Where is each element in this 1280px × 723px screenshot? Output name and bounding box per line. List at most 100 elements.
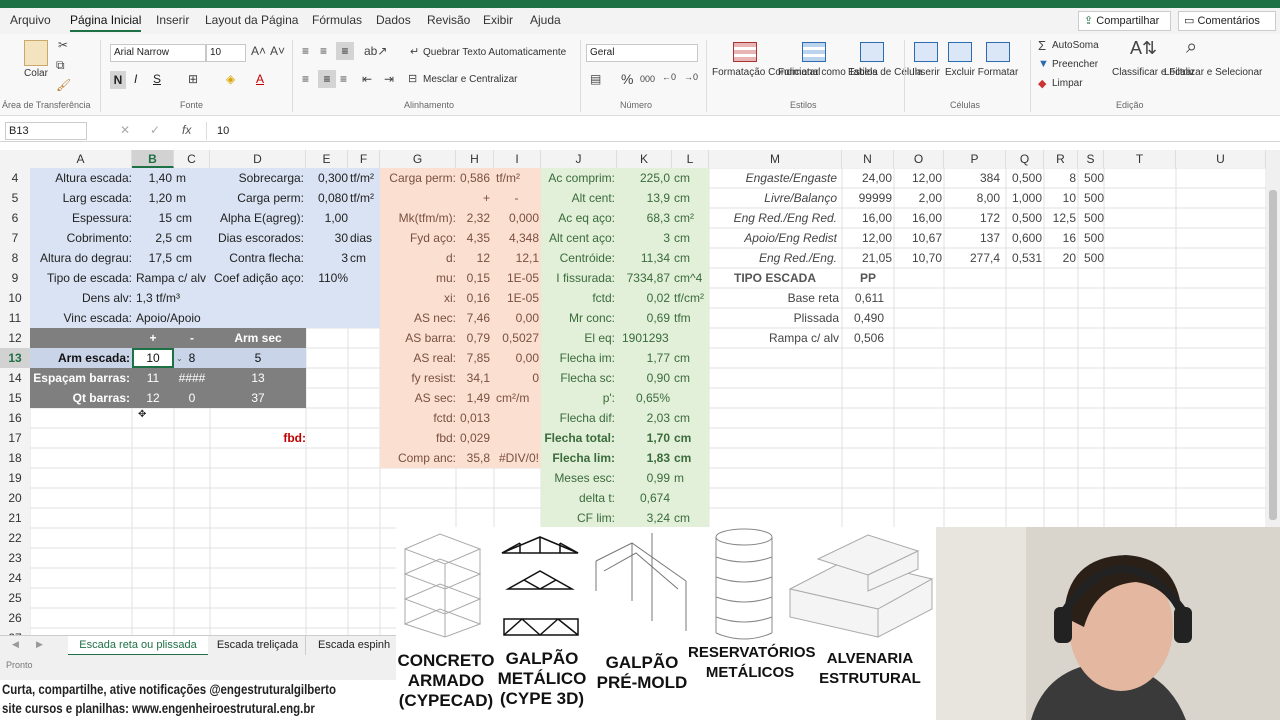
- row-header[interactable]: 22: [0, 528, 30, 548]
- column-header[interactable]: E: [306, 150, 348, 168]
- row-header[interactable]: 13: [0, 348, 30, 368]
- paste-icon[interactable]: [24, 40, 48, 66]
- copy-icon[interactable]: ⧉: [56, 58, 65, 73]
- bold-button[interactable]: N: [110, 71, 126, 89]
- tab-formulas[interactable]: Fórmulas: [312, 13, 362, 27]
- align-right-icon[interactable]: ≡: [340, 72, 347, 86]
- sheet-tab[interactable]: Escada espinh: [308, 636, 396, 656]
- column-header[interactable]: Q: [1006, 150, 1044, 168]
- autosum-icon[interactable]: Σ: [1038, 38, 1046, 53]
- clear-icon[interactable]: ◆: [1038, 77, 1046, 90]
- name-box[interactable]: B13: [5, 122, 87, 140]
- wrap-text-button[interactable]: Quebrar Texto Automaticamente: [423, 47, 566, 59]
- dropdown-arrow-icon[interactable]: ⌄: [176, 354, 183, 363]
- format-table-button[interactable]: Formatar como Tabela: [778, 67, 878, 79]
- align-bottom-icon[interactable]: ≡: [336, 42, 354, 60]
- column-header[interactable]: H: [456, 150, 494, 168]
- thousands-icon[interactable]: 000: [640, 74, 655, 84]
- prev-sheet-icon[interactable]: ◀: [12, 639, 19, 650]
- conditional-format-button[interactable]: Formatação Condicional: [712, 67, 820, 79]
- decrease-indent-icon[interactable]: ⇤: [362, 72, 372, 86]
- rebar-cell[interactable]: 5: [210, 348, 306, 368]
- wrap-text-icon[interactable]: ↵: [410, 45, 419, 58]
- currency-icon[interactable]: ▤: [590, 72, 601, 86]
- rebar-cell[interactable]: ####: [174, 368, 210, 388]
- column-header[interactable]: J: [541, 150, 617, 168]
- font-size-select[interactable]: 10: [206, 44, 246, 62]
- decrease-decimal-icon[interactable]: →0: [684, 72, 698, 82]
- sheet-tab-active[interactable]: Escada reta ou plissada: [68, 636, 208, 656]
- formula-input[interactable]: 10: [206, 122, 1274, 140]
- next-sheet-icon[interactable]: ▶: [36, 639, 43, 650]
- row-header[interactable]: 24: [0, 568, 30, 588]
- column-header[interactable]: N: [842, 150, 894, 168]
- tab-pagina-inicial[interactable]: Página Inicial: [70, 13, 142, 32]
- column-header[interactable]: I: [494, 150, 541, 168]
- tab-revisao[interactable]: Revisão: [427, 13, 470, 27]
- fill-button[interactable]: Preencher: [1052, 59, 1098, 71]
- align-top-icon[interactable]: ≡: [302, 44, 309, 58]
- percent-icon[interactable]: %: [621, 71, 633, 87]
- column-header[interactable]: C: [174, 150, 210, 168]
- increase-font-icon[interactable]: A˄: [251, 44, 266, 58]
- conditional-format-icon[interactable]: [733, 42, 757, 62]
- row-header[interactable]: 7: [0, 228, 30, 248]
- format-cells-icon[interactable]: [986, 42, 1010, 62]
- find-select-button[interactable]: Localizar e Selecionar: [1164, 67, 1262, 79]
- tab-ajuda[interactable]: Ajuda: [530, 13, 561, 27]
- column-header[interactable]: L: [672, 150, 709, 168]
- row-header[interactable]: 26: [0, 608, 30, 628]
- autosum-button[interactable]: AutoSoma: [1052, 40, 1099, 52]
- borders-icon[interactable]: ⊞: [188, 72, 198, 86]
- column-header[interactable]: B: [132, 150, 174, 168]
- tab-arquivo[interactable]: Arquivo: [10, 13, 51, 27]
- decrease-font-icon[interactable]: A˅: [270, 44, 285, 58]
- row-header[interactable]: 25: [0, 588, 30, 608]
- row-header[interactable]: 5: [0, 188, 30, 208]
- merge-center-button[interactable]: Mesclar e Centralizar: [423, 74, 517, 86]
- sheet-tab[interactable]: Escada treliçada: [210, 636, 306, 656]
- cell-styles-button[interactable]: Estilos de Célula: [848, 67, 922, 79]
- orientation-icon[interactable]: ab↗: [364, 44, 387, 58]
- row-header[interactable]: 18: [0, 448, 30, 468]
- align-middle-icon[interactable]: ≡: [320, 44, 327, 58]
- row-header[interactable]: 11: [0, 308, 30, 328]
- sort-filter-icon[interactable]: A⇅: [1130, 38, 1157, 59]
- row-header[interactable]: 21: [0, 508, 30, 528]
- increase-decimal-icon[interactable]: ←0: [662, 72, 676, 82]
- insert-cells-button[interactable]: Inserir: [906, 67, 946, 79]
- increase-indent-icon[interactable]: ⇥: [384, 72, 394, 86]
- comments-button[interactable]: ▭ Comentários: [1178, 11, 1276, 31]
- clear-button[interactable]: Limpar: [1052, 78, 1083, 90]
- column-header[interactable]: F: [348, 150, 380, 168]
- row-header[interactable]: 6: [0, 208, 30, 228]
- column-header[interactable]: S: [1078, 150, 1104, 168]
- fill-icon[interactable]: ▼: [1038, 58, 1049, 70]
- function-icon[interactable]: fx: [182, 123, 191, 137]
- font-name-select[interactable]: Arial Narrow: [110, 44, 206, 62]
- number-format-select[interactable]: Geral: [586, 44, 698, 62]
- column-header[interactable]: R: [1044, 150, 1078, 168]
- rebar-cell[interactable]: 12: [132, 388, 174, 408]
- row-header[interactable]: 4: [0, 168, 30, 188]
- active-cell[interactable]: 10: [132, 348, 174, 368]
- share-button[interactable]: ⇪ Compartilhar: [1078, 11, 1171, 31]
- column-header[interactable]: O: [894, 150, 944, 168]
- cut-icon[interactable]: ✂: [58, 38, 68, 52]
- row-header[interactable]: 20: [0, 488, 30, 508]
- rebar-cell[interactable]: 11: [132, 368, 174, 388]
- row-header[interactable]: 10: [0, 288, 30, 308]
- enter-icon[interactable]: ✓: [150, 123, 160, 137]
- italic-button[interactable]: I: [134, 72, 137, 86]
- row-header[interactable]: 8: [0, 248, 30, 268]
- rebar-cell[interactable]: 0: [174, 388, 210, 408]
- tab-dados[interactable]: Dados: [376, 13, 411, 27]
- column-header[interactable]: G: [380, 150, 456, 168]
- sort-filter-button[interactable]: Classificar e Filtrar: [1112, 67, 1195, 79]
- delete-cells-button[interactable]: Excluir: [942, 67, 978, 79]
- row-header[interactable]: 14: [0, 368, 30, 388]
- align-center-icon[interactable]: ≡: [318, 70, 336, 88]
- paste-button[interactable]: Colar: [18, 68, 54, 80]
- font-color-icon[interactable]: A: [256, 72, 264, 86]
- rebar-cell[interactable]: 37: [210, 388, 306, 408]
